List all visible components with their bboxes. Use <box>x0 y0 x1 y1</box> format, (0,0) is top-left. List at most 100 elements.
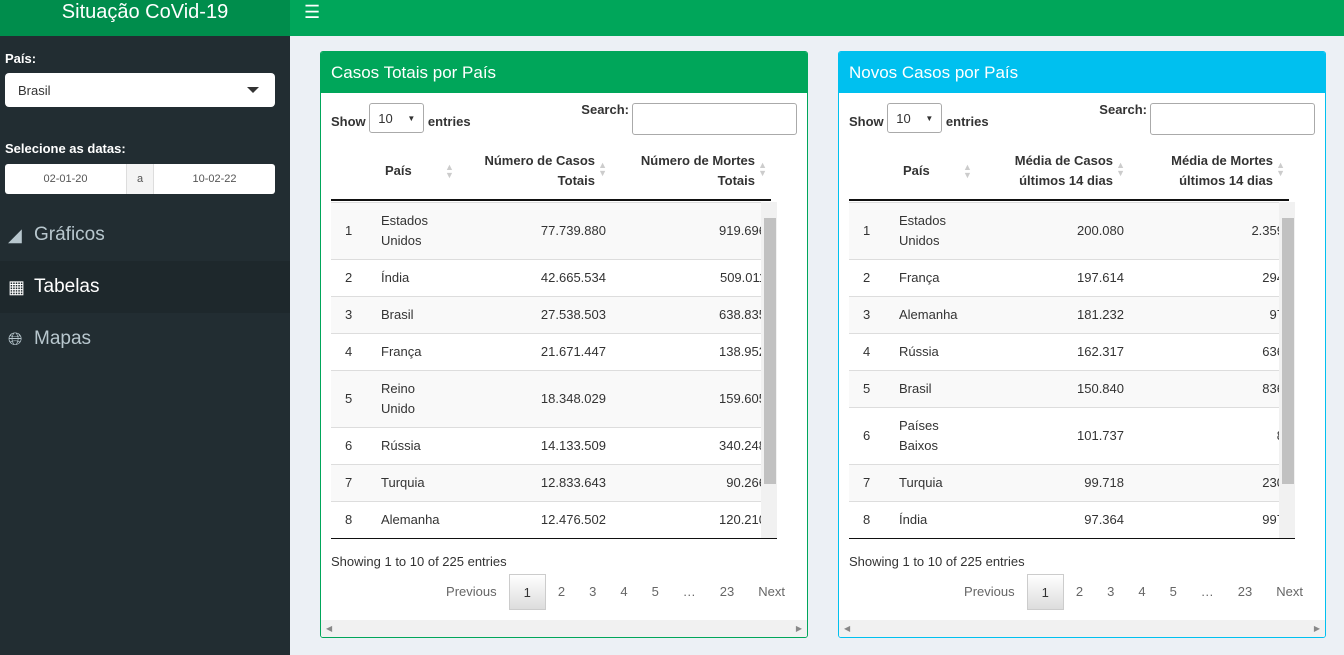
globe-icon: 🌐︎ <box>8 328 23 349</box>
app-title: Situação CoVid-19 <box>0 0 290 36</box>
cases-cell: 12.833.643 <box>540 475 606 490</box>
header-cases[interactable]: Média de Casos últimos 14 dias <box>983 151 1113 191</box>
page-1[interactable]: 1 <box>1026 574 1064 610</box>
country-select[interactable]: Brasil <box>5 73 275 107</box>
length-select[interactable]: 10 <box>887 103 943 133</box>
cases-cell: 197.614 <box>1077 270 1124 285</box>
page-23[interactable]: 23 <box>1226 574 1264 610</box>
country-value: Brasil <box>18 83 51 98</box>
date-end-input[interactable]: 10-02-22 <box>154 164 275 194</box>
show-label: Show <box>331 113 366 129</box>
country-cell: Estados Unidos <box>899 213 946 248</box>
box-title: Novos Casos por País <box>839 52 1325 93</box>
country-cell: Alemanha <box>899 307 958 322</box>
page-5[interactable]: 5 <box>1158 574 1189 610</box>
table-row: 4 França 21.671.447 138.952 <box>331 333 776 370</box>
deaths-cell: 638.835 <box>719 307 766 322</box>
cases-cell: 99.718 <box>1084 475 1124 490</box>
sort-icon: ▲ ▼ <box>1116 160 1125 178</box>
table-row: 4 Rússia 162.317 636 <box>849 333 1294 370</box>
search-input[interactable] <box>632 103 797 135</box>
page-2[interactable]: 2 <box>546 574 577 610</box>
deaths-cell: 120.210 <box>719 512 766 527</box>
entries-label: entries <box>945 113 989 129</box>
page-4[interactable]: 4 <box>1126 574 1157 610</box>
row-index: 6 <box>863 428 871 443</box>
search-input[interactable] <box>1150 103 1315 135</box>
scroll-right-icon[interactable]: ▶ <box>796 624 802 633</box>
sidebar-item-mapas[interactable]: 🌐︎ Mapas <box>0 313 290 365</box>
header-country[interactable]: País <box>903 161 930 181</box>
new-cases-box: Novos Casos por País Show 10 entries Sea… <box>838 51 1326 638</box>
sidebar-item-graficos[interactable]: ◢ Gráficos <box>0 209 290 261</box>
page-3[interactable]: 3 <box>577 574 608 610</box>
pagination: Previous 1 2 3 4 5… 23 Next <box>434 574 797 610</box>
page-1[interactable]: 1 <box>508 574 546 610</box>
country-cell: Reino Unido <box>381 381 415 416</box>
search-label: Search: <box>1099 101 1147 117</box>
table-info: Showing 1 to 10 of 225 entries <box>849 554 1025 569</box>
table-row: 6 Rússia 14.133.509 340.248 <box>331 427 776 464</box>
table-row: 7 Turquia 12.833.643 90.266 <box>331 464 776 501</box>
scrollbar-thumb[interactable] <box>1282 218 1294 484</box>
cases-cell: 21.671.447 <box>540 344 606 359</box>
vertical-scrollbar[interactable] <box>761 202 777 538</box>
table-row: 6 Países Baixos 101.737 8 <box>849 407 1294 464</box>
horizontal-scrollbar[interactable]: ◀ ▶ <box>839 620 1325 637</box>
header-cases[interactable]: Número de Casos Totais <box>465 151 595 191</box>
page-Previous[interactable]: Previous <box>434 574 509 610</box>
country-cell: França <box>381 344 422 359</box>
country-cell: Rússia <box>381 438 421 453</box>
hamburger-icon[interactable]: ☰ <box>304 2 320 23</box>
horizontal-scrollbar[interactable]: ◀ ▶ <box>321 620 807 637</box>
deaths-cell: 919.696 <box>719 223 766 238</box>
table-row: 5 Reino Unido 18.348.029 159.605 <box>331 370 776 427</box>
page-4[interactable]: 4 <box>608 574 639 610</box>
country-cell: Alemanha <box>381 512 440 527</box>
top-navbar: ☰ <box>290 0 1344 36</box>
scroll-right-icon[interactable]: ▶ <box>1314 624 1320 633</box>
page-2[interactable]: 2 <box>1064 574 1095 610</box>
caret-down-icon <box>247 87 259 93</box>
row-index: 7 <box>345 475 353 490</box>
table-row: 1 Estados Unidos 77.739.880 919.696 <box>331 202 776 259</box>
deaths-cell: 509.011 <box>719 270 766 285</box>
table-row: 2 França 197.614 294 <box>849 259 1294 296</box>
row-index: 6 <box>345 438 353 453</box>
page-Next[interactable]: Next <box>746 574 797 610</box>
date-separator: a <box>126 164 154 194</box>
cases-cell: 97.364 <box>1084 512 1124 527</box>
row-index: 8 <box>863 512 871 527</box>
scrollbar-thumb[interactable] <box>764 218 776 484</box>
sidebar-item-label: Gráficos <box>34 224 105 245</box>
scroll-left-icon[interactable]: ◀ <box>844 624 850 633</box>
page-Next[interactable]: Next <box>1264 574 1315 610</box>
length-select[interactable]: 10 <box>369 103 425 133</box>
date-start-input[interactable]: 02-01-20 <box>5 164 126 194</box>
country-cell: Brasil <box>381 307 414 322</box>
table-row: 8 Índia 97.364 997 <box>849 501 1294 538</box>
country-cell: Turquia <box>899 475 943 490</box>
page-3[interactable]: 3 <box>1095 574 1126 610</box>
scroll-left-icon[interactable]: ◀ <box>326 624 332 633</box>
header-deaths[interactable]: Média de Mortes últimos 14 dias <box>1133 151 1273 191</box>
row-index: 1 <box>345 223 353 238</box>
page-5[interactable]: 5 <box>640 574 671 610</box>
sidebar: País: Brasil Selecione as datas: 02-01-2… <box>0 36 290 655</box>
cases-cell: 14.133.509 <box>540 438 606 453</box>
cases-cell: 77.739.880 <box>540 223 606 238</box>
cases-cell: 42.665.534 <box>540 270 606 285</box>
country-cell: Brasil <box>899 381 932 396</box>
table-row: 7 Turquia 99.718 230 <box>849 464 1294 501</box>
page-Previous[interactable]: Previous <box>952 574 1027 610</box>
vertical-scrollbar[interactable] <box>1279 202 1295 538</box>
row-index: 3 <box>863 307 871 322</box>
page-23[interactable]: 23 <box>708 574 746 610</box>
row-index: 2 <box>863 270 871 285</box>
row-index: 3 <box>345 307 353 322</box>
header-deaths[interactable]: Número de Mortes Totais <box>615 151 755 191</box>
row-index: 7 <box>863 475 871 490</box>
sidebar-item-tabelas[interactable]: ▦ Tabelas <box>0 261 290 313</box>
deaths-cell: 138.952 <box>719 344 766 359</box>
header-country[interactable]: País <box>385 161 412 181</box>
